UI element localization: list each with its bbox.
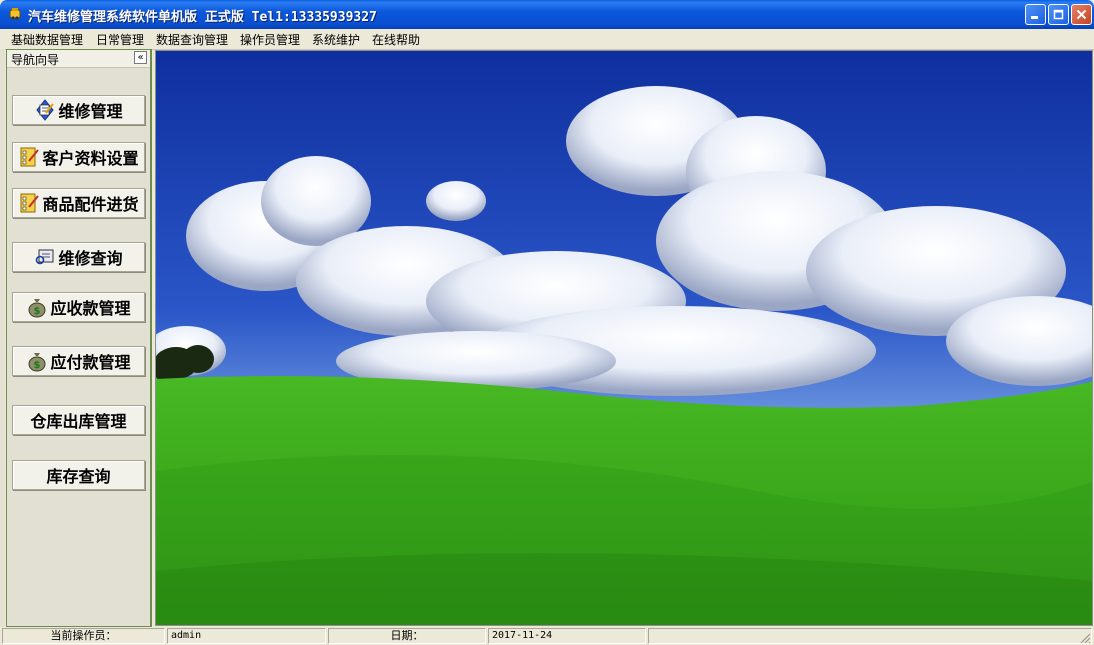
nav-button-receivables[interactable]: $ 应收款管理 bbox=[12, 292, 145, 322]
nav-button-inventory-query[interactable]: 库存查询 bbox=[12, 460, 145, 490]
nav-button-label: 维修查询 bbox=[58, 249, 123, 268]
navigation-panel: 导航向导 « 维修管理 客户资料设置 商品配件进货 维修查询 $ 应收款管理 $… bbox=[6, 49, 152, 627]
query-card-icon bbox=[36, 249, 54, 265]
nav-button-parts-purchase[interactable]: 商品配件进货 bbox=[12, 188, 145, 218]
money-bag-icon: $ bbox=[28, 353, 46, 372]
money-bag-icon: $ bbox=[28, 299, 46, 318]
minimize-button[interactable] bbox=[1025, 4, 1046, 25]
repair-notebook-icon bbox=[36, 99, 55, 121]
purchase-form-icon bbox=[20, 193, 40, 213]
window-title: 汽车维修管理系统软件单机版 正式版 Tel1:13335939327 bbox=[28, 10, 377, 25]
customer-form-icon bbox=[20, 147, 40, 167]
operator-value: admin bbox=[167, 628, 326, 644]
nav-button-label: 仓库出库管理 bbox=[30, 412, 127, 431]
maximize-icon bbox=[1053, 9, 1064, 20]
nav-button-label: 商品配件进货 bbox=[42, 195, 139, 214]
nav-button-warehouse-outbound[interactable]: 仓库出库管理 bbox=[12, 405, 145, 435]
status-bar: 当前操作员： admin 日期： 2017-11-24 bbox=[0, 627, 1094, 645]
nav-button-label: 应付款管理 bbox=[50, 353, 131, 372]
main-background bbox=[155, 50, 1093, 626]
title-bar: 汽车维修管理系统软件单机版 正式版 Tel1:13335939327 bbox=[0, 0, 1094, 29]
date-value: 2017-11-24 bbox=[488, 628, 646, 644]
operator-label: 当前操作员： bbox=[2, 628, 165, 644]
nav-button-customer-settings[interactable]: 客户资料设置 bbox=[12, 142, 145, 172]
maximize-button[interactable] bbox=[1048, 4, 1069, 25]
nav-button-label: 客户资料设置 bbox=[42, 149, 139, 168]
close-button[interactable] bbox=[1071, 4, 1092, 25]
landscape-picture bbox=[156, 51, 1092, 625]
menu-basic-data[interactable]: 基础数据管理 bbox=[11, 31, 83, 48]
menu-system[interactable]: 系统维护 bbox=[312, 31, 360, 48]
nav-button-payables[interactable]: $ 应付款管理 bbox=[12, 346, 145, 376]
menu-daily[interactable]: 日常管理 bbox=[96, 31, 144, 48]
nav-header: 导航向导 « bbox=[7, 50, 150, 68]
app-icon bbox=[9, 8, 21, 20]
status-empty-panel bbox=[648, 628, 1092, 644]
close-icon bbox=[1076, 9, 1087, 20]
resize-grip-icon[interactable] bbox=[1079, 632, 1091, 644]
svg-text:$: $ bbox=[34, 360, 41, 371]
window-left-edge bbox=[0, 49, 5, 629]
nav-button-label: 库存查询 bbox=[46, 467, 111, 486]
svg-text:$: $ bbox=[34, 306, 41, 317]
nav-button-repair-management[interactable]: 维修管理 bbox=[12, 95, 145, 125]
minimize-icon bbox=[1031, 16, 1038, 19]
menu-bar: 基础数据管理 日常管理 数据查询管理 操作员管理 系统维护 在线帮助 bbox=[0, 29, 1094, 50]
nav-button-repair-query[interactable]: 维修查询 bbox=[12, 242, 145, 272]
menu-operator[interactable]: 操作员管理 bbox=[240, 31, 300, 48]
nav-button-label: 应收款管理 bbox=[50, 299, 131, 318]
date-label: 日期： bbox=[328, 628, 486, 644]
menu-data-query[interactable]: 数据查询管理 bbox=[156, 31, 228, 48]
nav-button-label: 维修管理 bbox=[58, 102, 123, 121]
nav-header-title: 导航向导 bbox=[11, 53, 60, 67]
menu-help[interactable]: 在线帮助 bbox=[372, 31, 420, 48]
collapse-button[interactable]: « bbox=[134, 51, 147, 64]
